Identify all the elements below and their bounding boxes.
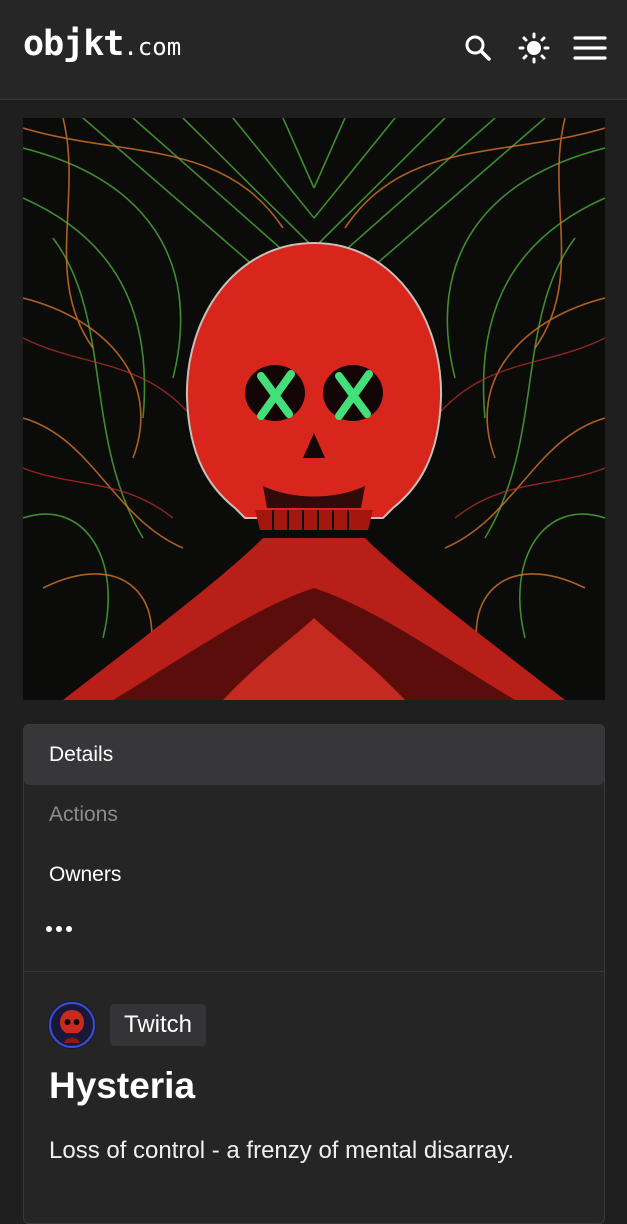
- more-dots-icon[interactable]: [46, 917, 76, 941]
- artwork-image[interactable]: [23, 118, 605, 700]
- more-dot: [66, 926, 72, 932]
- more-dot: [56, 926, 62, 932]
- token-title: Hysteria: [49, 1065, 196, 1106]
- more-dot: [46, 926, 52, 932]
- token-detail-panel: Details Actions Owners Twitch Hysteria L…: [23, 724, 605, 1224]
- tab-actions[interactable]: Actions: [24, 785, 604, 845]
- logo-tld: .com: [123, 33, 182, 61]
- top-bar: objkt.com: [0, 0, 627, 100]
- menu-icon[interactable]: [571, 30, 609, 66]
- theme-toggle-icon[interactable]: [516, 30, 552, 66]
- logo-brand: objkt: [23, 24, 124, 64]
- artist-name-chip[interactable]: Twitch: [110, 1004, 207, 1046]
- token-description: Loss of control - a frenzy of mental dis…: [49, 1137, 515, 1164]
- artist-avatar[interactable]: [48, 1001, 96, 1049]
- panel-divider: [24, 971, 604, 972]
- tab-details[interactable]: Details: [24, 725, 604, 785]
- search-icon[interactable]: [460, 30, 496, 66]
- artwork-illustration: [23, 118, 605, 700]
- tab-owners[interactable]: Owners: [24, 845, 604, 905]
- site-logo[interactable]: objkt.com: [23, 24, 181, 64]
